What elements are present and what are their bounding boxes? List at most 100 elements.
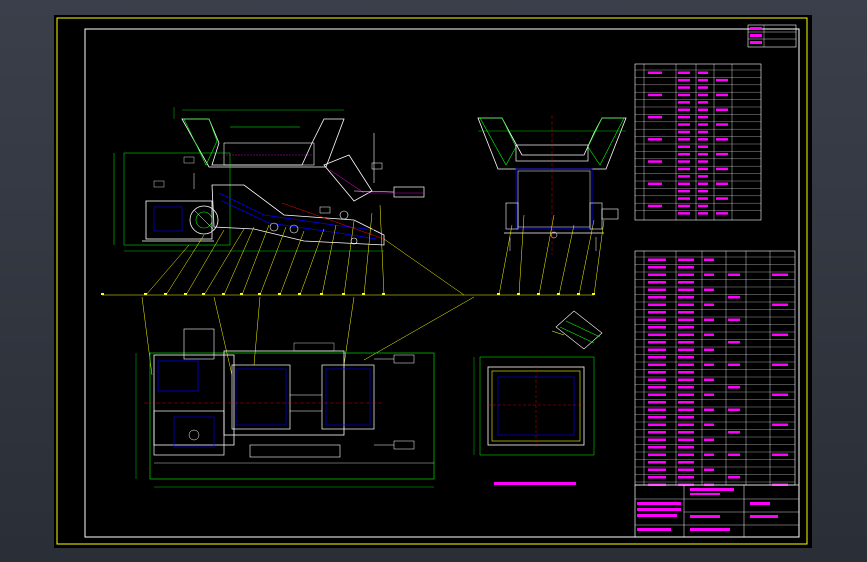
table-cell-text	[678, 71, 690, 74]
parts-list-upper-rows	[635, 69, 761, 215]
table-cell-text	[772, 393, 788, 396]
table-cell-text	[678, 123, 690, 126]
table-cell-text	[648, 311, 666, 314]
table-cell-text	[678, 348, 694, 351]
table-cell-text	[648, 296, 666, 299]
table-cell-text	[648, 393, 666, 396]
table-cell-text	[648, 468, 666, 471]
table-cell-text	[716, 108, 728, 111]
leader-tick-marks	[101, 293, 595, 295]
table-cell-text	[678, 401, 694, 404]
table-cell-text	[678, 258, 694, 261]
table-cell-text	[648, 356, 666, 359]
table-cell-text	[772, 453, 788, 456]
table-cell-text	[678, 145, 690, 148]
table-cell-text	[698, 108, 708, 111]
table-cell-text	[678, 386, 694, 389]
part-leaders	[102, 204, 605, 376]
table-cell-text	[772, 273, 788, 276]
table-cell-text	[648, 461, 666, 464]
table-cell-text	[704, 468, 714, 471]
table-cell-text	[704, 453, 714, 456]
table-cell-text	[648, 348, 666, 351]
table-cell-text	[704, 423, 714, 426]
table-cell-text	[678, 461, 694, 464]
table-cell-text	[772, 303, 788, 306]
end-elevation-view	[477, 115, 627, 255]
table-cell-text	[716, 182, 728, 185]
table-cell-text	[678, 453, 694, 456]
table-cell-text	[648, 288, 666, 291]
table-cell-text	[678, 152, 690, 156]
table-cell-text	[716, 212, 728, 215]
drawing-canvas[interactable]	[54, 15, 812, 548]
table-cell-text	[728, 476, 740, 479]
table-cell-text	[678, 356, 694, 359]
table-cell-text	[678, 393, 694, 396]
table-cell-text	[648, 326, 666, 329]
table-cell-text	[678, 101, 690, 104]
table-cell-text	[704, 318, 714, 321]
table-cell-text	[678, 130, 690, 134]
table-cell-text	[648, 371, 666, 374]
table-cell-text	[678, 423, 694, 426]
section-view	[473, 356, 595, 456]
detail-sketch	[551, 310, 603, 350]
table-cell-text	[704, 438, 714, 441]
table-cell-text	[678, 197, 690, 200]
table-cell-text	[704, 258, 714, 261]
table-cell-text	[648, 281, 666, 284]
table-cell-text	[678, 371, 694, 374]
table-cell-text	[678, 266, 694, 269]
table-cell-text	[678, 167, 690, 171]
table-cell-text	[678, 318, 694, 321]
revision-block	[747, 24, 797, 48]
table-cell-text	[648, 303, 666, 306]
table-cell-text	[716, 93, 728, 97]
table-cell-text	[704, 273, 714, 276]
table-cell-text	[648, 453, 666, 456]
table-cell-text	[716, 152, 728, 156]
table-cell-text	[678, 182, 690, 185]
table-cell-text	[648, 182, 662, 185]
table-cell-text	[704, 408, 714, 411]
table-cell-text	[728, 318, 740, 321]
table-cell-text	[648, 386, 666, 389]
table-cell-text	[678, 416, 694, 419]
table-cell-text	[678, 341, 694, 344]
table-cell-text	[678, 288, 694, 291]
table-cell-text	[648, 115, 662, 119]
sheet-frame	[56, 17, 808, 545]
table-cell-text	[704, 303, 714, 306]
table-cell-text	[698, 160, 708, 163]
table-cell-text	[648, 416, 666, 419]
table-cell-text	[678, 138, 690, 141]
technical-note	[494, 482, 576, 485]
table-cell-text	[728, 273, 740, 276]
table-cell-text	[648, 160, 662, 163]
table-cell-text	[704, 288, 714, 291]
table-cell-text	[678, 108, 690, 111]
table-cell-text	[648, 273, 666, 276]
table-cell-text	[678, 408, 694, 411]
table-cell-text	[728, 408, 740, 411]
table-cell-text	[678, 446, 694, 449]
table-cell-text	[678, 281, 694, 284]
table-cell-text	[698, 93, 708, 97]
table-cell-text	[704, 333, 714, 336]
table-cell-text	[678, 160, 690, 163]
table-cell-text	[698, 130, 708, 134]
table-cell-text	[728, 386, 740, 389]
table-cell-text	[772, 423, 788, 426]
drawing-sheet[interactable]	[54, 15, 812, 548]
table-cell-text	[678, 212, 690, 215]
table-cell-text	[648, 446, 666, 449]
table-cell-text	[648, 318, 666, 321]
table-cell-text	[678, 438, 694, 441]
table-cell-text	[716, 197, 728, 200]
parts-list-table-lower	[634, 250, 796, 486]
cad-viewport[interactable]	[0, 0, 867, 562]
table-cell-text	[704, 393, 714, 396]
table-cell-text	[648, 476, 666, 479]
table-cell-text	[728, 296, 740, 299]
